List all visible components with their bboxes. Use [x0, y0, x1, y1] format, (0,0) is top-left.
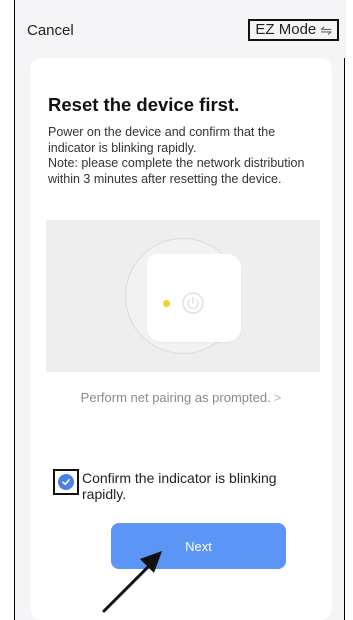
- confirm-row: Confirm the indicator is blinking rapidl…: [53, 469, 323, 509]
- instructions-text: Power on the device and confirm that the…: [48, 125, 305, 186]
- indicator-led-icon: [163, 300, 170, 307]
- confirm-label: Confirm the indicator is blinking rapidl…: [82, 470, 277, 502]
- net-pairing-link[interactable]: Perform net pairing as prompted. >: [30, 390, 332, 405]
- swap-icon: ⇋: [320, 22, 332, 38]
- device-graphic: [147, 254, 241, 342]
- app-frame: Cancel EZ Mode ⇋ Reset the device first.…: [14, 0, 346, 620]
- net-pairing-label: Perform net pairing as prompted.: [80, 390, 271, 405]
- chevron-right-icon: >: [273, 390, 282, 405]
- cancel-button[interactable]: Cancel: [27, 22, 74, 39]
- page-title: Reset the device first.: [48, 94, 240, 115]
- confirm-checkbox[interactable]: [53, 469, 79, 495]
- check-icon: [58, 474, 74, 490]
- pointer-arrow-icon: [102, 551, 162, 613]
- power-button-icon: [182, 292, 204, 314]
- top-bar: Cancel EZ Mode ⇋: [15, 0, 346, 58]
- reset-card: Reset the device first. Power on the dev…: [30, 58, 332, 620]
- ez-mode-label: EZ Mode: [255, 21, 317, 38]
- device-illustration: [46, 220, 320, 372]
- ez-mode-switch[interactable]: EZ Mode ⇋: [248, 19, 339, 41]
